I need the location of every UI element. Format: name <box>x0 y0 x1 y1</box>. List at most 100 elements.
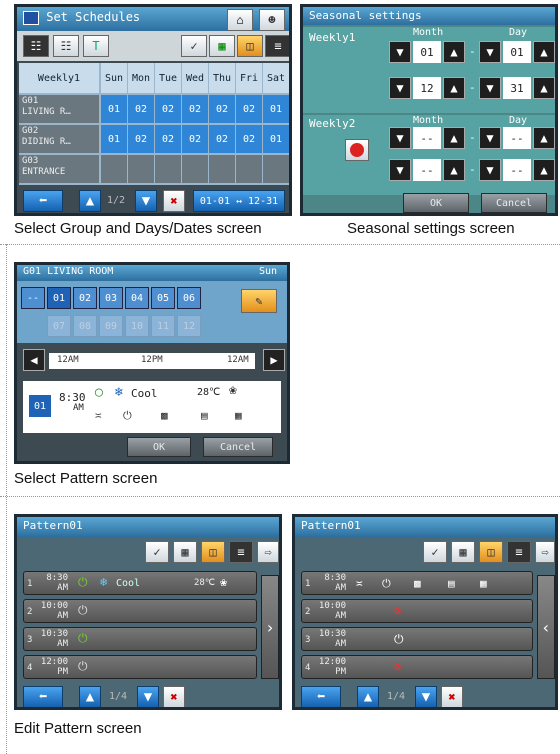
cancel-button[interactable]: Cancel <box>203 437 273 457</box>
scroll-left-handle[interactable]: ‹ <box>537 575 555 679</box>
schedule-cell[interactable]: 01 <box>101 95 127 123</box>
pattern-event-row[interactable]: 3 10:30 AM ⏻ <box>23 627 257 651</box>
w2-end-month-up-button[interactable]: ▲ <box>443 159 465 181</box>
pattern-button[interactable]: 12 <box>177 315 201 337</box>
list-icon[interactable]: ≡ <box>265 35 289 57</box>
ok-button[interactable]: OK <box>127 437 191 457</box>
calendar-icon[interactable]: ✖ <box>163 190 185 212</box>
pattern-button[interactable]: 08 <box>73 315 97 337</box>
schedule-cell[interactable]: 02 <box>182 125 208 153</box>
home-icon[interactable]: ⌂ <box>227 9 253 31</box>
pattern-button[interactable]: -- <box>21 287 45 309</box>
page-down-button[interactable]: ▼ <box>135 190 157 212</box>
checkmark-icon[interactable]: ✓ <box>423 541 447 563</box>
checkmark-icon[interactable]: ✓ <box>181 35 207 57</box>
weekly1-tab[interactable]: ☷ <box>23 35 49 57</box>
schedule-cell[interactable] <box>236 155 262 183</box>
schedule-cell[interactable]: 02 <box>236 95 262 123</box>
page-down-button[interactable]: ▼ <box>415 686 437 707</box>
page-down-button[interactable]: ▼ <box>137 686 159 707</box>
timeline-right-button[interactable]: ▶ <box>263 349 285 371</box>
delete-icon[interactable]: ✖ <box>441 686 463 707</box>
pattern-button[interactable]: 06 <box>177 287 201 309</box>
schedule-cell[interactable]: 02 <box>155 95 181 123</box>
start-day-down-button[interactable]: ▼ <box>479 41 501 63</box>
start-month-down-button[interactable]: ▼ <box>389 41 411 63</box>
w2-start-month-down-button[interactable]: ▼ <box>389 127 411 149</box>
schedule-cell[interactable] <box>101 155 127 183</box>
schedule-cell[interactable]: 02 <box>155 125 181 153</box>
ok-button[interactable]: OK <box>403 193 469 213</box>
group-name-cell[interactable]: G01 LIVING R… <box>19 95 99 123</box>
clear-icon[interactable] <box>345 139 369 161</box>
page-up-button[interactable]: ▲ <box>79 190 101 212</box>
schedule-cell[interactable]: 01 <box>101 125 127 153</box>
list-icon[interactable]: ≡ <box>229 541 253 563</box>
w2-end-day-down-button[interactable]: ▼ <box>479 159 501 181</box>
folder-icon[interactable]: ◫ <box>479 541 503 563</box>
back-button[interactable]: ⬅ <box>23 686 63 707</box>
schedule-cell[interactable]: 01 <box>263 125 289 153</box>
back-button[interactable]: ⬅ <box>301 686 341 707</box>
pattern-event-row[interactable]: 2 10:00 AM ⏻ <box>23 599 257 623</box>
pattern-button[interactable]: 11 <box>151 315 175 337</box>
user-settings-icon[interactable]: ☻ <box>259 9 285 31</box>
copy-icon[interactable]: ▦ <box>173 541 197 563</box>
pattern-button[interactable]: 03 <box>99 287 123 309</box>
scroll-right-handle[interactable]: › <box>261 575 279 679</box>
schedule-cell[interactable]: 02 <box>128 95 154 123</box>
pattern-button[interactable]: 04 <box>125 287 149 309</box>
end-day-down-button[interactable]: ▼ <box>479 77 501 99</box>
pattern-button[interactable]: 07 <box>47 315 71 337</box>
pattern-event-row[interactable]: 3 10:30 AM ⏻ <box>301 627 533 651</box>
pattern-button[interactable]: 09 <box>99 315 123 337</box>
expand-icon[interactable]: ⇨ <box>535 541 555 563</box>
schedule-cell[interactable]: 02 <box>128 125 154 153</box>
w2-end-day-up-button[interactable]: ▲ <box>533 159 555 181</box>
schedule-cell[interactable]: 02 <box>182 95 208 123</box>
w2-end-month-down-button[interactable]: ▼ <box>389 159 411 181</box>
pattern-button[interactable]: 01 <box>47 287 71 309</box>
w2-start-month-up-button[interactable]: ▲ <box>443 127 465 149</box>
pattern-button[interactable]: 10 <box>125 315 149 337</box>
today-tab[interactable]: T <box>83 35 109 57</box>
schedule-cell[interactable]: 02 <box>236 125 262 153</box>
pattern-event-row[interactable]: 1 8:30 AM ⏻ ❄ Cool 28℃ ❀ <box>23 571 257 595</box>
start-month-up-button[interactable]: ▲ <box>443 41 465 63</box>
schedule-cell[interactable] <box>209 155 235 183</box>
schedule-cell[interactable]: 02 <box>209 125 235 153</box>
copy-icon[interactable]: ▦ <box>209 35 235 57</box>
page-up-button[interactable]: ▲ <box>79 686 101 707</box>
start-day-up-button[interactable]: ▲ <box>533 41 555 63</box>
schedule-cell[interactable] <box>155 155 181 183</box>
schedule-cell[interactable] <box>263 155 289 183</box>
date-range-button[interactable]: 01-01 ↔ 12-31 <box>193 190 285 212</box>
schedule-cell[interactable]: 02 <box>209 95 235 123</box>
pattern-event-row[interactable]: 2 10:00 AM ⊘ <box>301 599 533 623</box>
page-up-button[interactable]: ▲ <box>357 686 379 707</box>
end-month-down-button[interactable]: ▼ <box>389 77 411 99</box>
pattern-button[interactable]: 02 <box>73 287 97 309</box>
end-day-up-button[interactable]: ▲ <box>533 77 555 99</box>
timeline-left-button[interactable]: ◀ <box>23 349 45 371</box>
pattern-event-row[interactable]: 4 12:00 PM ⏻ <box>23 655 257 679</box>
group-name-cell[interactable]: G03 ENTRANCE <box>19 155 99 183</box>
schedule-cell[interactable] <box>182 155 208 183</box>
end-month-up-button[interactable]: ▲ <box>443 77 465 99</box>
pattern-event-row[interactable]: 4 12:00 PM ⊘ <box>301 655 533 679</box>
delete-icon[interactable]: ✖ <box>163 686 185 707</box>
pattern-event-row[interactable]: 1 8:30 AM ≍ ⏻ ▩ ▤ ▦ <box>301 571 533 595</box>
edit-pattern-icon[interactable]: ✎ <box>241 289 277 313</box>
w2-start-day-up-button[interactable]: ▲ <box>533 127 555 149</box>
w2-start-day-down-button[interactable]: ▼ <box>479 127 501 149</box>
list-icon[interactable]: ≡ <box>507 541 531 563</box>
folder-icon[interactable]: ◫ <box>201 541 225 563</box>
cancel-button[interactable]: Cancel <box>481 193 547 213</box>
group-name-cell[interactable]: G02 DIDING R… <box>19 125 99 153</box>
expand-icon[interactable]: ⇨ <box>257 541 279 563</box>
weekly2-tab[interactable]: ☷ <box>53 35 79 57</box>
folder-icon[interactable]: ◫ <box>237 35 263 57</box>
pattern-button[interactable]: 05 <box>151 287 175 309</box>
schedule-cell[interactable]: 01 <box>263 95 289 123</box>
copy-icon[interactable]: ▦ <box>451 541 475 563</box>
